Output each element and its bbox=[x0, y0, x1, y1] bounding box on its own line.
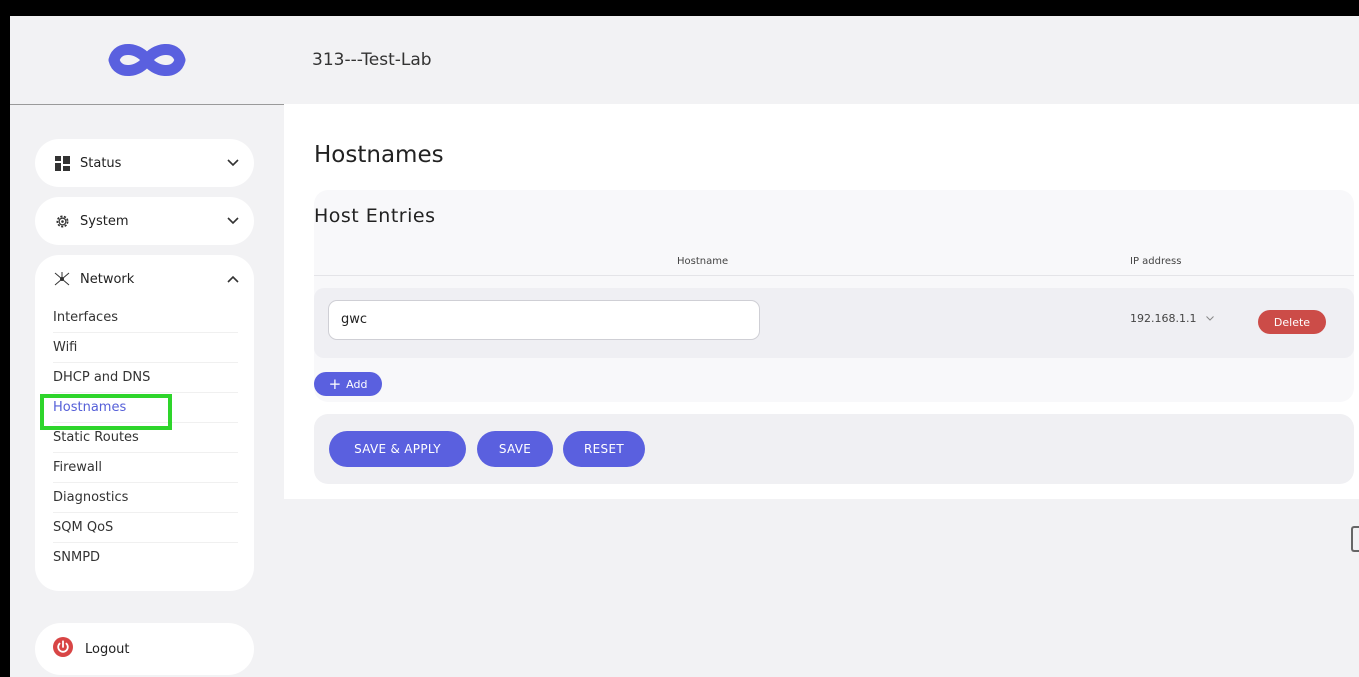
sidebar-item-snmpd[interactable]: SNMPD bbox=[53, 543, 238, 573]
ip-address-value: 192.168.1.1 bbox=[1130, 312, 1197, 325]
nav-section-status[interactable]: Status bbox=[35, 139, 254, 187]
plus-icon: + bbox=[328, 374, 342, 393]
grid-icon bbox=[53, 154, 71, 172]
delete-button[interactable]: Delete bbox=[1258, 310, 1326, 334]
sidebar-item-interfaces[interactable]: Interfaces bbox=[53, 303, 238, 333]
add-button[interactable]: + Add bbox=[314, 372, 382, 396]
nav-section-system[interactable]: System bbox=[35, 197, 254, 245]
nav-status-header[interactable]: Status bbox=[35, 139, 254, 187]
reset-button[interactable]: RESET bbox=[563, 431, 645, 467]
sidebar-item-firewall[interactable]: Firewall bbox=[53, 453, 238, 483]
column-hostname: Hostname bbox=[677, 256, 729, 267]
chevron-down-icon bbox=[1206, 314, 1215, 324]
table-header: Hostname IP address bbox=[314, 252, 1354, 276]
network-icon bbox=[53, 270, 71, 288]
host-entries-section: Host Entries Hostname IP address gwc 192… bbox=[314, 190, 1354, 402]
power-icon bbox=[53, 637, 73, 661]
nav-system-label: System bbox=[80, 213, 129, 229]
nav-network-label: Network bbox=[80, 271, 135, 287]
column-ip-address: IP address bbox=[1130, 256, 1182, 267]
side-tab-handle[interactable] bbox=[1351, 526, 1359, 552]
nav-section-network: Network Interfaces Wifi DHCP and DNS Hos… bbox=[35, 255, 254, 591]
app-frame: Status System Network Interfaces Wifi DH… bbox=[10, 16, 1359, 677]
nav-status-label: Status bbox=[80, 155, 122, 171]
ip-address-select[interactable]: 192.168.1.1 bbox=[1130, 312, 1215, 325]
logout-label: Logout bbox=[85, 641, 130, 657]
add-label: Add bbox=[346, 377, 368, 391]
table-row: gwc 192.168.1.1 Delete bbox=[314, 288, 1354, 358]
hostname-input[interactable]: gwc bbox=[328, 300, 760, 340]
nav-network-header[interactable]: Network bbox=[35, 255, 254, 303]
page-title: Hostnames bbox=[314, 142, 444, 168]
section-title: Host Entries bbox=[314, 205, 436, 227]
save-button[interactable]: SAVE bbox=[477, 431, 553, 467]
network-submenu: Interfaces Wifi DHCP and DNS Hostnames S… bbox=[35, 303, 254, 573]
actions-bar: SAVE & APPLY SAVE RESET bbox=[314, 414, 1354, 484]
sidebar: Status System Network Interfaces Wifi DH… bbox=[10, 16, 284, 677]
gear-icon bbox=[53, 212, 71, 230]
chevron-down-icon bbox=[226, 156, 240, 170]
header-divider bbox=[10, 104, 284, 105]
infinity-logo-icon bbox=[108, 44, 186, 76]
save-apply-button[interactable]: SAVE & APPLY bbox=[329, 431, 466, 467]
sidebar-item-diagnostics[interactable]: Diagnostics bbox=[53, 483, 238, 513]
main-content: Hostnames Host Entries Hostname IP addre… bbox=[284, 104, 1359, 499]
sidebar-item-dhcp-dns[interactable]: DHCP and DNS bbox=[53, 363, 238, 393]
topbar: 313---Test-Lab bbox=[284, 16, 1359, 104]
chevron-up-icon bbox=[226, 272, 240, 286]
sidebar-item-wifi[interactable]: Wifi bbox=[53, 333, 238, 363]
logout-button[interactable]: Logout bbox=[35, 623, 254, 675]
chevron-down-icon bbox=[226, 214, 240, 228]
sidebar-item-hostnames[interactable]: Hostnames bbox=[53, 393, 238, 423]
router-name: 313---Test-Lab bbox=[312, 50, 432, 70]
sidebar-item-static-routes[interactable]: Static Routes bbox=[53, 423, 238, 453]
logo[interactable] bbox=[10, 16, 284, 104]
nav-system-header[interactable]: System bbox=[35, 197, 254, 245]
sidebar-item-sqm-qos[interactable]: SQM QoS bbox=[53, 513, 238, 543]
